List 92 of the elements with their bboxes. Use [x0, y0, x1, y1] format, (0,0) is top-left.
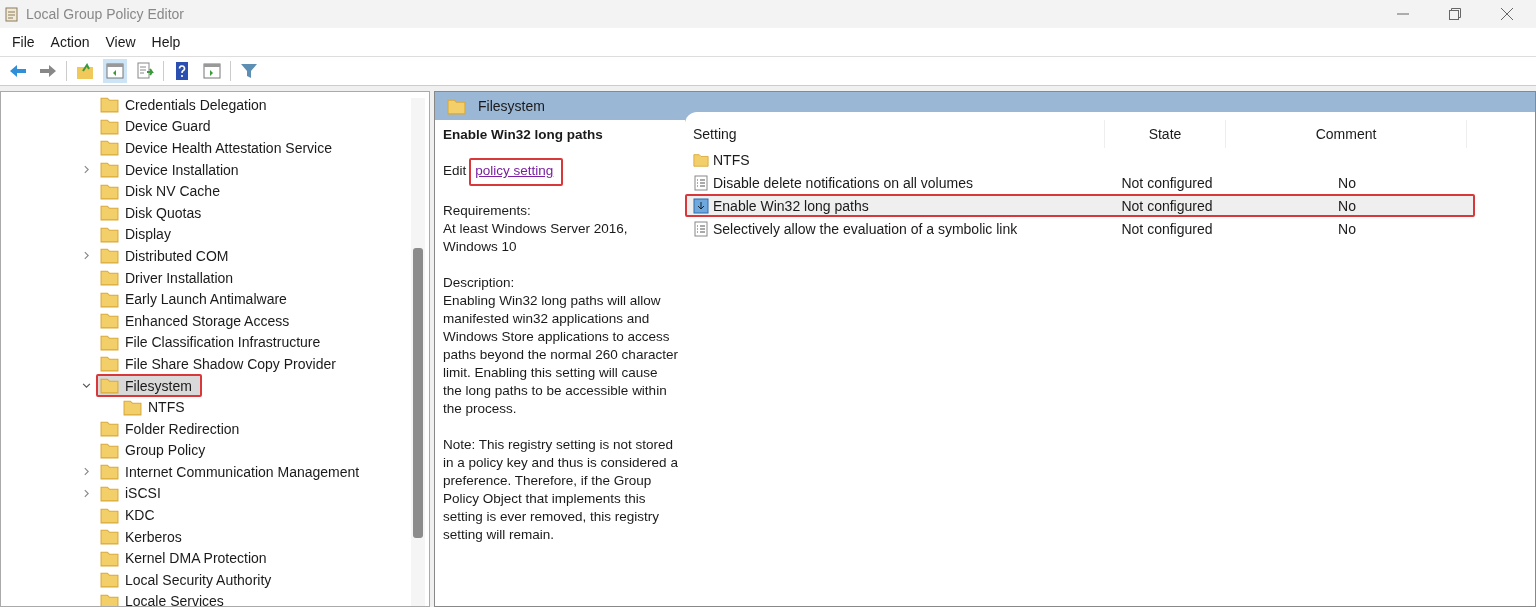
- folder-icon: [100, 225, 119, 243]
- column-header[interactable]: Comment: [1226, 120, 1467, 148]
- note-text: Note: This registry setting is not stored in a policy key and thus is considered a preference. Therefore, if the Group Policy Object that implements this setting is ever removed, this registry setting will remain.: [443, 436, 679, 544]
- folder-icon: [100, 247, 119, 265]
- tree-item[interactable]: iSCSI: [96, 482, 171, 505]
- menu-item[interactable]: View: [97, 31, 144, 53]
- close-icon[interactable]: [1500, 7, 1514, 21]
- chevron-right-icon[interactable]: [82, 165, 91, 175]
- chevron-right-icon[interactable]: [82, 489, 91, 498]
- table-row[interactable]: NTFS: [685, 148, 1475, 171]
- folder-icon: [100, 506, 119, 524]
- menu-item[interactable]: Help: [143, 31, 189, 53]
- table-row[interactable]: Enable Win32 long paths Not configured No: [685, 194, 1475, 217]
- description-label: Description:: [443, 274, 516, 292]
- tree-item[interactable]: NTFS: [119, 395, 195, 419]
- tree-item[interactable]: Display: [96, 222, 181, 246]
- tree-item[interactable]: Disk NV Cache: [96, 179, 230, 203]
- column-header[interactable]: State: [1105, 120, 1226, 148]
- folder-icon: [100, 182, 119, 200]
- tree-item[interactable]: Driver Installation: [96, 266, 244, 290]
- tree-item[interactable]: File Classification Infrastructure: [96, 330, 331, 354]
- tree-item[interactable]: KDC: [96, 503, 165, 527]
- setting-name: Enable Win32 long paths: [713, 197, 869, 214]
- folder-icon: [100, 139, 119, 157]
- state-cell-text: Not configured: [1120, 220, 1214, 237]
- tree-item[interactable]: Kerberos: [96, 525, 192, 549]
- folder-icon: [100, 333, 119, 351]
- edit-label: Edit: [443, 162, 467, 180]
- tree-item[interactable]: File Share Shadow Copy Provider: [96, 352, 346, 376]
- folder-icon: [100, 204, 119, 222]
- folder-icon: [100, 290, 119, 308]
- table-row[interactable]: Disable delete notifications on all volumes Not configured No: [685, 171, 1475, 194]
- folder-icon: [100, 549, 119, 567]
- app-icon: [4, 6, 20, 22]
- policy-setting-icon: [693, 220, 709, 237]
- tree-item[interactable]: Credentials Delegation: [96, 93, 277, 117]
- state-cell-text: Not configured: [1120, 197, 1214, 214]
- pane-header-title: Filesystem: [478, 98, 545, 114]
- tree-item[interactable]: Early Launch Antimalware: [96, 287, 297, 311]
- table-row[interactable]: Selectively allow the evaluation of a symbolic link Not configured No: [685, 217, 1475, 240]
- state-cell-text: Not configured: [1120, 174, 1214, 191]
- requirements-label: Requirements:: [443, 202, 532, 220]
- folder-icon: [100, 96, 119, 114]
- policy-setting-link[interactable]: policy setting: [469, 158, 564, 186]
- folder-icon: [100, 269, 119, 287]
- folder-icon: [100, 485, 119, 502]
- folder-icon: [100, 571, 119, 589]
- window-title: Local Group Policy Editor: [26, 6, 184, 22]
- tree-item[interactable]: Distributed COM: [96, 244, 239, 268]
- folder-icon: [100, 161, 119, 179]
- chevron-right-icon[interactable]: [82, 467, 91, 477]
- tree-item[interactable]: Device Guard: [96, 114, 221, 138]
- setting-title: Enable Win32 long paths: [443, 126, 604, 144]
- tree-item[interactable]: Filesystem: [96, 374, 202, 397]
- tree-item[interactable]: Kernel DMA Protection: [96, 546, 277, 570]
- folder-icon: [693, 151, 709, 168]
- folder-icon: [100, 117, 119, 135]
- tree-item[interactable]: Device Health Attestation Service: [96, 136, 342, 160]
- policy-setting-icon: [693, 174, 709, 191]
- setting-name: Disable delete notifications on all volumes: [713, 174, 973, 191]
- restore-icon[interactable]: [1448, 7, 1462, 21]
- menu-item[interactable]: Action: [42, 31, 98, 53]
- tree-item[interactable]: Disk Quotas: [96, 201, 212, 225]
- tree-item[interactable]: Local Security Authority: [96, 568, 282, 592]
- folder-icon: [100, 528, 119, 546]
- tree-item[interactable]: Device Installation: [96, 158, 249, 182]
- folder-icon: [100, 592, 119, 606]
- policy-setting-icon: [693, 197, 709, 214]
- requirements-text: At least Windows Server 2016, Windows 10: [443, 220, 629, 256]
- tree-item[interactable]: Folder Redirection: [96, 417, 250, 441]
- folder-icon: [100, 420, 119, 438]
- console-tree-icon[interactable]: [103, 59, 127, 83]
- comment-cell-text: No: [1337, 220, 1357, 237]
- chevron-right-icon[interactable]: [82, 251, 91, 261]
- comment-cell-text: No: [1337, 197, 1357, 214]
- chevron-down-icon[interactable]: [82, 381, 91, 390]
- folder-icon: [100, 463, 119, 481]
- folder-icon: [100, 441, 119, 459]
- column-header[interactable]: Setting: [685, 120, 1105, 148]
- folder-icon: [100, 312, 119, 330]
- setting-name: Selectively allow the evaluation of a symbolic link: [713, 220, 1018, 237]
- menu-item[interactable]: File: [4, 31, 43, 53]
- setting-name: NTFS: [713, 151, 750, 168]
- tree-item[interactable]: Locale Services: [96, 589, 234, 606]
- scrollbar-thumb[interactable]: [413, 248, 423, 538]
- description-text: Enabling Win32 long paths will allow manifested win32 applications and Windows Store applications to access paths beyond the normal 260 character limit. Enabling this setting will cause the long paths to be accessible within the process.: [443, 292, 679, 418]
- tree-item[interactable]: Enhanced Storage Access: [96, 309, 300, 333]
- folder-icon: [100, 377, 119, 394]
- folder-icon: [447, 97, 466, 115]
- tree-item[interactable]: Group Policy: [96, 438, 216, 462]
- comment-cell-text: No: [1337, 174, 1357, 191]
- tree-item[interactable]: Internet Communication Management: [96, 460, 370, 484]
